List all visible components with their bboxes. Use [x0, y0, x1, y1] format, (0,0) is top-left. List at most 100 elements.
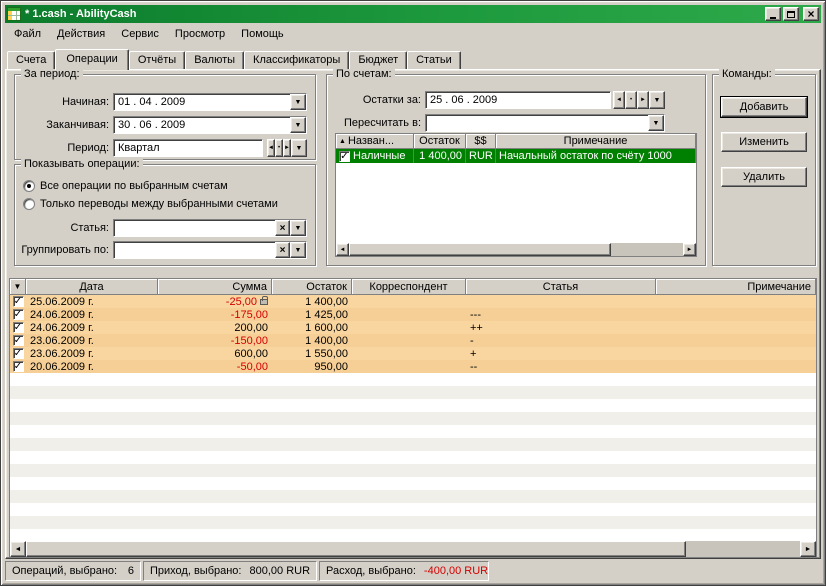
arrow-left-icon: ◄: [340, 247, 346, 253]
col-header-amount[interactable]: Сумма: [158, 279, 272, 295]
scrollbar-thumb[interactable]: [26, 541, 686, 557]
article-dropdown-button[interactable]: ▼: [290, 220, 306, 236]
end-date-field[interactable]: 30 . 06 . 2009 ▼: [113, 116, 307, 134]
col-header-note-label: Примечание: [564, 135, 628, 147]
recalc-combo[interactable]: ▼: [425, 114, 665, 132]
add-button[interactable]: Добавить: [721, 97, 807, 117]
radio-transfers-only[interactable]: Только переводы между выбранными счетами: [23, 196, 278, 212]
col-header-name[interactable]: ▲Назван...: [336, 134, 414, 149]
cell-balance: 1 550,00: [272, 347, 352, 360]
tab-currencies[interactable]: Валюты: [185, 51, 244, 69]
col-header-note[interactable]: Примечание: [496, 134, 696, 149]
tab-accounts[interactable]: Счета: [7, 51, 55, 69]
cell-article: ++: [466, 321, 656, 334]
scrollbar-track[interactable]: [611, 243, 683, 256]
scrollbar-track[interactable]: [686, 541, 800, 557]
article-combo[interactable]: × ▼: [113, 219, 307, 237]
group-by-dropdown-button[interactable]: ▼: [290, 242, 306, 258]
recalc-dropdown-button[interactable]: ▼: [648, 115, 664, 131]
account-row[interactable]: ✓ Наличные 1 400,00 RUR Начальный остато…: [336, 149, 696, 163]
cell-note: [656, 334, 816, 347]
maximize-button[interactable]: [783, 7, 799, 21]
filter-icon: ▼: [14, 282, 22, 291]
minimize-button[interactable]: [765, 7, 781, 21]
balances-current-button[interactable]: •: [625, 91, 637, 109]
col-header-note[interactable]: Примечание: [656, 279, 816, 295]
scroll-right-button[interactable]: ►: [800, 541, 816, 557]
operation-row[interactable]: ✓ 23.06.2009 г. 600,00 1 550,00 +: [10, 347, 816, 360]
col-header-article[interactable]: Статья: [466, 279, 656, 295]
col-header-balance[interactable]: Остаток: [414, 134, 466, 149]
article-clear-button[interactable]: ×: [275, 220, 290, 236]
account-checkbox[interactable]: ✓: [339, 151, 350, 162]
tab-operations[interactable]: Операции: [55, 49, 128, 70]
scroll-left-button[interactable]: ◄: [10, 541, 26, 557]
cell-date: 20.06.2009 г.: [26, 360, 158, 373]
status-income-value: 800,00 RUR: [242, 565, 311, 577]
balances-date-field[interactable]: 25 . 06 . 2009: [425, 91, 611, 109]
tab-reports[interactable]: Отчёты: [129, 51, 185, 69]
lock-icon: [260, 299, 268, 305]
account-note: Начальный остаток по счёту 1000: [496, 149, 696, 163]
menu-view[interactable]: Просмотр: [167, 25, 233, 43]
status-operations: Операций, выбрано: 6: [5, 561, 141, 581]
menu-actions[interactable]: Действия: [49, 25, 113, 43]
check-icon: ✓: [340, 152, 348, 161]
operation-row[interactable]: ✓ 20.06.2009 г. -50,00 950,00 --: [10, 360, 816, 373]
close-button[interactable]: ×: [803, 7, 819, 21]
cell-correspondent: [352, 321, 466, 334]
scrollbar-thumb[interactable]: [349, 243, 611, 256]
row-checkbox[interactable]: ✓: [13, 322, 24, 333]
period-field[interactable]: Квартал: [113, 139, 263, 157]
period-prev-button[interactable]: ◄: [267, 139, 275, 157]
cell-article: --: [466, 360, 656, 373]
cell-balance: 1 600,00: [272, 321, 352, 334]
start-date-field[interactable]: 01 . 04 . 2009 ▼: [113, 93, 307, 111]
delete-button[interactable]: Удалить: [721, 167, 807, 187]
menu-service[interactable]: Сервис: [113, 25, 167, 43]
menu-help[interactable]: Помощь: [233, 25, 292, 43]
title-bar[interactable]: * 1.cash - AbilityCash ×: [5, 5, 821, 23]
operation-row[interactable]: ✓ 25.06.2009 г. -25,00 1 400,00: [10, 295, 816, 308]
group-by-combo[interactable]: × ▼: [113, 241, 307, 259]
tab-budget[interactable]: Бюджет: [349, 51, 407, 69]
row-checkbox[interactable]: ✓: [13, 361, 24, 372]
operation-row[interactable]: ✓ 24.06.2009 г. 200,00 1 600,00 ++: [10, 321, 816, 334]
row-checkbox[interactable]: ✓: [13, 309, 24, 320]
operations-table: ▼ Дата Сумма Остаток Корреспондент Стать…: [9, 278, 817, 558]
balances-dropdown-button[interactable]: ▼: [649, 91, 665, 109]
scroll-right-button[interactable]: ►: [683, 243, 696, 256]
cell-correspondent: [352, 295, 466, 308]
col-header-currency[interactable]: $$: [466, 134, 496, 149]
radio-unselected-icon: [23, 198, 35, 210]
col-header-date[interactable]: Дата: [26, 279, 158, 295]
group-by-clear-button[interactable]: ×: [275, 242, 290, 258]
accounts-hscrollbar[interactable]: ◄ ►: [336, 243, 696, 256]
tab-classifiers[interactable]: Классификаторы: [244, 51, 349, 69]
start-date-dropdown-button[interactable]: ▼: [290, 94, 306, 110]
row-checkbox[interactable]: ✓: [13, 335, 24, 346]
app-icon[interactable]: [7, 7, 21, 21]
operations-hscrollbar[interactable]: ◄ ►: [10, 541, 816, 557]
status-operations-label: Операций, выбрано:: [12, 565, 117, 577]
radio-all-operations[interactable]: Все операции по выбранным счетам: [23, 178, 228, 194]
edit-button[interactable]: Изменить: [721, 132, 807, 152]
balances-prev-button[interactable]: ◄: [613, 91, 625, 109]
cell-balance: 950,00: [272, 360, 352, 373]
period-current-button[interactable]: •: [275, 139, 283, 157]
period-value: Квартал: [114, 141, 262, 156]
col-header-balance[interactable]: Остаток: [272, 279, 352, 295]
row-checkbox[interactable]: ✓: [13, 296, 24, 307]
end-date-dropdown-button[interactable]: ▼: [290, 117, 306, 133]
row-checkbox[interactable]: ✓: [13, 348, 24, 359]
operation-row[interactable]: ✓ 23.06.2009 г. -150,00 1 400,00 -: [10, 334, 816, 347]
menu-file[interactable]: Файл: [6, 25, 49, 43]
scroll-left-button[interactable]: ◄: [336, 243, 349, 256]
col-header-correspondent[interactable]: Корреспондент: [352, 279, 466, 295]
col-header-select[interactable]: ▼: [10, 279, 26, 295]
period-next-button[interactable]: ►: [283, 139, 291, 157]
balances-next-button[interactable]: ►: [637, 91, 649, 109]
tab-articles[interactable]: Статьи: [407, 51, 461, 69]
period-dropdown-button[interactable]: ▼: [291, 139, 307, 157]
operation-row[interactable]: ✓ 24.06.2009 г. -175,00 1 425,00 ---: [10, 308, 816, 321]
